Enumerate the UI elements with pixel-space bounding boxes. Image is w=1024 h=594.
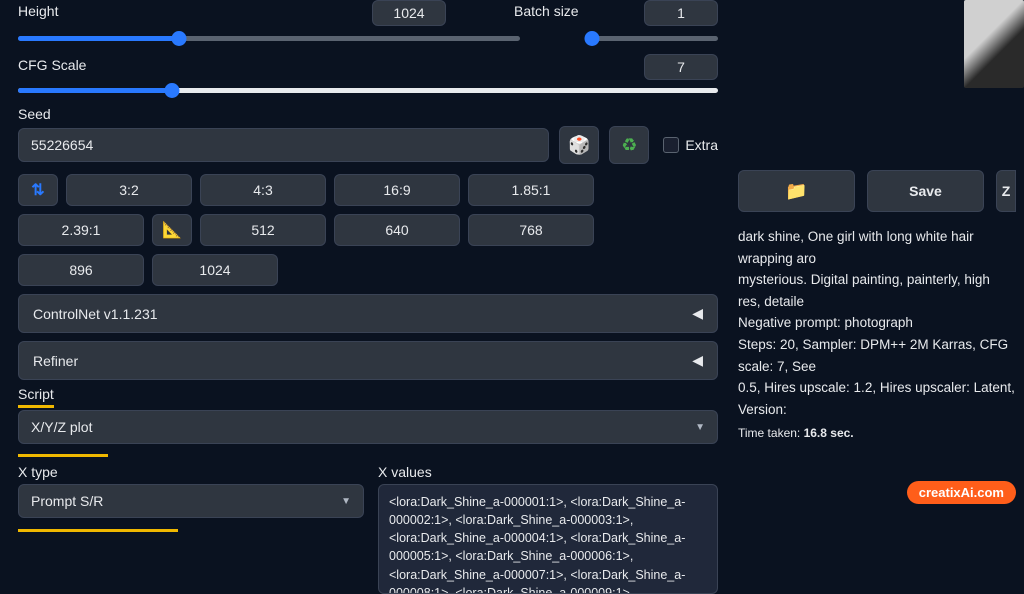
controlnet-title: ControlNet v1.1.231	[33, 306, 158, 322]
time-taken-label: Time taken:	[738, 426, 804, 440]
batch-size-label: Batch size	[514, 3, 624, 19]
measure-button[interactable]: 📐	[152, 214, 192, 246]
aspect-ratio-button[interactable]: 16:9	[334, 174, 460, 206]
prompt-text: dark shine, One girl with long white hai…	[738, 226, 1016, 269]
x-values-label: X values	[378, 464, 718, 480]
params-text: Steps: 20, Sampler: DPM++ 2M Karras, CFG…	[738, 334, 1016, 377]
size-button[interactable]: 640	[334, 214, 460, 246]
size-button[interactable]: 512	[200, 214, 326, 246]
height-slider[interactable]	[18, 30, 520, 46]
zip-button[interactable]: Z	[996, 170, 1016, 212]
script-label: Script	[18, 386, 54, 402]
extra-label: Extra	[685, 137, 718, 153]
size-button[interactable]: 1024	[152, 254, 278, 286]
recycle-icon: ♻	[621, 135, 637, 156]
seed-label: Seed	[18, 106, 718, 122]
chevron-down-icon: ▼	[695, 422, 705, 433]
seed-input[interactable]	[18, 128, 549, 162]
cfg-scale-label: CFG Scale	[18, 57, 624, 73]
ruler-icon: 📐	[162, 220, 182, 240]
cfg-scale-slider[interactable]	[18, 82, 718, 98]
batch-size-value[interactable]: 1	[644, 0, 718, 26]
randomize-seed-button[interactable]: 🎲	[559, 126, 599, 164]
size-button[interactable]: 896	[18, 254, 144, 286]
aspect-ratio-button[interactable]: 4:3	[200, 174, 326, 206]
negative-prompt-text: Negative prompt: photograph	[738, 312, 1016, 334]
dice-icon: 🎲	[568, 135, 590, 156]
x-type-select[interactable]: Prompt S/R ▼	[18, 484, 364, 518]
script-select[interactable]: X/Y/Z plot ▼	[18, 410, 718, 444]
height-value[interactable]: 1024	[372, 0, 446, 26]
extra-checkbox[interactable]	[663, 137, 679, 153]
x-values-input[interactable]: <lora:Dark_Shine_a-000001:1>, <lora:Dark…	[378, 484, 718, 594]
generation-info: dark shine, One girl with long white hai…	[738, 226, 1016, 444]
chevron-down-icon: ▼	[341, 496, 351, 507]
script-value: X/Y/Z plot	[31, 419, 92, 435]
folder-icon: 📁	[785, 181, 807, 202]
params-text: 0.5, Hires upscale: 1.2, Hires upscaler:…	[738, 377, 1016, 420]
refiner-title: Refiner	[33, 353, 78, 369]
x-type-label: X type	[18, 464, 364, 480]
x-type-value: Prompt S/R	[31, 493, 103, 509]
preview-image	[964, 0, 1024, 88]
caret-left-icon: ◀	[692, 352, 703, 369]
reuse-seed-button[interactable]: ♻	[609, 126, 649, 164]
aspect-ratio-button[interactable]: 3:2	[66, 174, 192, 206]
size-button[interactable]: 768	[468, 214, 594, 246]
cfg-scale-value[interactable]: 7	[644, 54, 718, 80]
aspect-ratio-button[interactable]: 1.85:1	[468, 174, 594, 206]
controlnet-accordion[interactable]: ControlNet v1.1.231 ◀	[18, 294, 718, 333]
caret-left-icon: ◀	[692, 305, 703, 322]
time-taken-value: 16.8 sec.	[804, 426, 854, 440]
swap-icon: ⇅	[31, 180, 44, 200]
open-folder-button[interactable]: 📁	[738, 170, 855, 212]
swap-aspect-button[interactable]: ⇅	[18, 174, 58, 206]
prompt-text: mysterious. Digital painting, painterly,…	[738, 269, 1016, 312]
aspect-ratio-button[interactable]: 2.39:1	[18, 214, 144, 246]
refiner-accordion[interactable]: Refiner ◀	[18, 341, 718, 380]
batch-size-slider[interactable]	[588, 30, 718, 46]
height-label: Height	[18, 3, 352, 19]
watermark: creatixAi.com	[907, 481, 1016, 504]
save-button[interactable]: Save	[867, 170, 984, 212]
